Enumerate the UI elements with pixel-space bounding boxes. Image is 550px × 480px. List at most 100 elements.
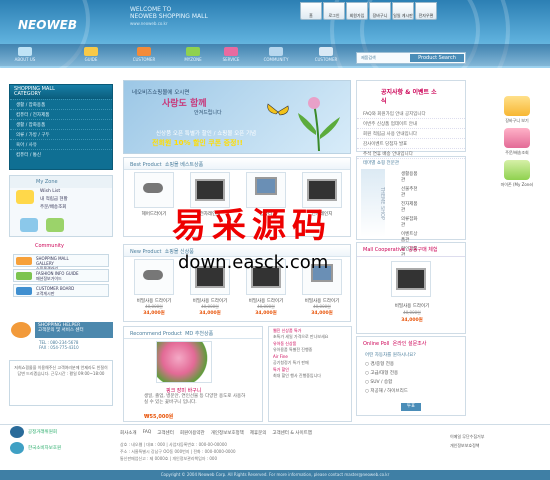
event-text: 공기청정기 특가 판매: [273, 359, 309, 365]
top-menu-mail[interactable]: 전자우편: [415, 2, 437, 20]
logo-label: 한국소비자보호원: [28, 446, 62, 451]
product-description: 생일, 졸업, 병문안, 연인선물 등 다양한 용도로 사용하실 수 있는 꽃바…: [144, 394, 246, 405]
fashion-link[interactable]: FASHION INFO GUIDE 패션정보가이드: [13, 269, 109, 282]
section-title: Recommend Product: [130, 331, 182, 337]
footer-link[interactable]: 제휴문의: [250, 430, 267, 438]
notice-item[interactable]: 이번주 신상품 업데이트 안내: [357, 119, 465, 129]
online-poll: Online Poll 온라인 설문조사 어떤 자동차를 원하시나요? ○ 경/…: [356, 336, 466, 416]
notice-item[interactable]: FAQ와 회원가입 안내 공지입니다: [357, 109, 465, 119]
myzone-quicklink[interactable]: 마이존 (My Zone): [494, 160, 540, 188]
section-title: Online Poll: [363, 341, 390, 347]
product-name: 핑크 장미 바구니: [166, 388, 202, 394]
flower-basket-image[interactable]: [156, 341, 212, 383]
poll-option[interactable]: ○ 경/중형 전용: [357, 359, 465, 368]
quicklink-label: 장바구니 보기: [505, 118, 529, 123]
footer-link[interactable]: 고객센터: [157, 430, 174, 438]
product-card[interactable]: 비밀사용 드라이기 40,000원 34,000원: [128, 259, 180, 323]
top-menu-login[interactable]: 로그인: [323, 2, 345, 20]
section-title: Mall Cooperative: [363, 247, 406, 253]
option-label: SUV / 승합: [370, 379, 393, 385]
poll-option[interactable]: ○ 저공해 / 하이브리드: [357, 386, 465, 395]
order-quicklink[interactable]: 주문/배송조회: [494, 128, 540, 156]
category-item[interactable]: 육아 / 사유: [10, 139, 112, 149]
privacy-link[interactable]: 개인정보보호정책: [450, 441, 545, 450]
top-menu-board[interactable]: 일일 게시판: [392, 2, 414, 20]
poll-option[interactable]: ○ 고급/대형 전용: [357, 368, 465, 377]
top-menu-home[interactable]: 홈: [300, 2, 322, 20]
event-item[interactable]: 특가 할인 최대 할인 행사 진행중입니다: [269, 366, 351, 379]
top-menu: 홈 로그인 회원가입 장바구니 일일 게시판 전자우편: [300, 2, 437, 20]
nav-customer-2[interactable]: CUSTOMER: [306, 47, 346, 63]
ftc-logo[interactable]: 공정거래위원회: [10, 424, 110, 440]
welcome-line1: WELCOME TO: [130, 6, 172, 13]
nav-label: COMMUNITY: [263, 57, 289, 62]
cart-quicklink[interactable]: 장바구니 보기: [494, 96, 540, 124]
watermark-url: down.easck.com: [178, 252, 329, 273]
section-subtitle: 쇼핑몰 베스트상품: [164, 162, 204, 168]
kca-logo[interactable]: 한국소비자보호원: [10, 440, 110, 456]
gallery-link[interactable]: SHOPPING MALL GALLERY쇼핑몰갤러리: [13, 254, 109, 271]
footer-link[interactable]: 회원이용약관: [180, 430, 205, 438]
sale-price: 34,000원: [199, 311, 221, 316]
event-item[interactable]: Air Fine 공기청정기 특가 판매: [269, 353, 351, 366]
nav-about[interactable]: ABOUT US: [8, 47, 42, 63]
myzone-icon: [504, 160, 530, 180]
nav-service[interactable]: SERVICE: [214, 47, 248, 63]
watermark-text: 易采源码: [172, 206, 332, 246]
notice-item[interactable]: 회원 적립금 사용 안내입니다: [357, 129, 465, 139]
site-logo[interactable]: NEOWEB: [18, 18, 96, 34]
notice-item[interactable]: 감사이벤트 당첨자 발표: [357, 139, 465, 149]
myzone-icon: [186, 47, 200, 56]
footer-link[interactable]: 개인정보보호정책: [211, 430, 244, 438]
event-item[interactable]: 웹진 신상품 특가 초특가 세일 가격으로 만나보세요: [269, 327, 351, 340]
section-subtitle: 온라인 설문조사: [392, 341, 427, 347]
category-item[interactable]: 컴퓨터 / 전자제품: [10, 109, 112, 119]
label-ko: 고객게시판: [36, 291, 55, 296]
option-label: 저공해 / 하이브리드: [370, 388, 408, 394]
footer-link[interactable]: 회사소개: [120, 430, 137, 438]
poll-option[interactable]: ○ SUV / 승합: [357, 377, 465, 386]
nav-myzone[interactable]: MYZONE: [176, 47, 210, 63]
community-icon: [269, 47, 283, 56]
category-item[interactable]: 생활 / 잡화용품: [10, 119, 112, 129]
main-banner[interactable]: 네오비즈쇼핑몰에 오시면 사랑도 함께 안겨드립니다 신상품 오픈 특별가 할인…: [123, 80, 351, 154]
category-item[interactable]: 의류 / 가방 / 구두: [10, 129, 112, 139]
guide-icon: [84, 47, 98, 56]
original-price: 40,000원: [403, 310, 421, 315]
no-email-collection-link[interactable]: 이메일 무단수집거부: [450, 432, 545, 441]
footer-link[interactable]: FAQ: [143, 430, 152, 438]
order-status-link[interactable]: 주문/배송조회: [10, 203, 112, 211]
helper-message: 저희쇼핑몰을 이용해주신 고객여러분께 언제라도 친절히 답변 드리겠습니다. …: [9, 360, 113, 406]
sale-price: ₩55,000원: [144, 414, 174, 420]
customer-board-link[interactable]: CUSTOMER BOARD 고객게시판: [13, 284, 109, 297]
top-menu-cart[interactable]: 장바구니: [369, 2, 391, 20]
category-item[interactable]: 생활 / 잡화용품: [10, 99, 112, 109]
event-tag: Air Fine: [273, 354, 288, 359]
product-name: 비밀사용 드라이기: [394, 304, 430, 309]
banner-line3: 안겨드립니다: [194, 110, 222, 116]
product-search: 제품검색 Product Search: [356, 52, 466, 64]
lock-icon[interactable]: [20, 218, 38, 232]
vote-button[interactable]: 투표: [401, 403, 421, 411]
nav-guide[interactable]: GUIDE: [74, 47, 108, 63]
key-icon[interactable]: [46, 218, 64, 232]
event-text: 최대 할인 행사 진행중입니다: [273, 372, 321, 378]
microwave-image[interactable]: [391, 261, 431, 297]
notice-box: 공지사항 & 이벤트 소식 FAQ와 회원가입 안내 공지입니다 이번주 신상품…: [356, 80, 466, 159]
event-item[interactable]: 유아동 신상품 유아용품 특별전 진행중: [269, 340, 351, 353]
nav-community[interactable]: COMMUNITY: [256, 47, 296, 63]
footer-link[interactable]: 고객센터 & 사이트맵: [272, 430, 312, 438]
welcome-line2: NEOWEB SHOPPING MALL: [130, 13, 208, 20]
sale-price: 34,000원: [311, 311, 333, 316]
helper-subheading: 고객문의 및 서비스 센터: [38, 328, 84, 333]
top-menu-join[interactable]: 회원가입: [346, 2, 368, 20]
theme-shop-title: 테마별 쇼핑 전문관: [363, 161, 399, 166]
nav-customer[interactable]: CUSTOMER: [124, 47, 164, 63]
cart-icon: [504, 96, 530, 116]
myzone-title: My Zone: [10, 176, 112, 188]
flower-illustration: [298, 97, 340, 151]
category-item[interactable]: 컴퓨터 / 통신: [10, 149, 112, 159]
co-purchase-box: Mall Cooperative 공동구매 체험 비밀사용 드라이기 40,00…: [356, 242, 466, 334]
product-search-button[interactable]: Product Search: [410, 54, 464, 62]
banner-line1: 네오비즈쇼핑몰에 오시면: [132, 90, 190, 96]
